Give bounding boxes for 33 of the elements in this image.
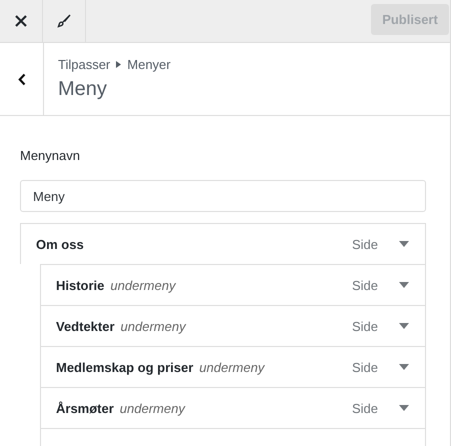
menu-item-title: Historie (56, 278, 104, 292)
menu-item[interactable]: Vedtekter undermeny Side (40, 305, 426, 346)
menu-item-title: Årsmøter (56, 400, 114, 416)
submenu-label: undermeny (199, 360, 264, 374)
breadcrumb-item: Menyer (127, 57, 171, 72)
dropdown-arrow-icon[interactable] (399, 364, 409, 370)
menu-item-title: Medlemskap og priser (56, 360, 194, 374)
dropdown-arrow-icon[interactable] (399, 323, 409, 329)
menu-item[interactable]: Årsmøter undermeny Side (40, 387, 426, 428)
menu-item-type: Side (352, 278, 378, 292)
menu-item-type: Side (352, 318, 378, 334)
menu-item-type: Side (352, 400, 378, 416)
close-icon (15, 15, 27, 27)
dropdown-arrow-icon[interactable] (399, 405, 409, 411)
brush-icon (57, 14, 71, 28)
panel-title: Meny (58, 78, 108, 101)
breadcrumb-item: Tilpasser (58, 57, 110, 72)
dropdown-arrow-icon[interactable] (399, 241, 409, 247)
dropdown-arrow-icon[interactable] (399, 282, 409, 288)
submenu-label: undermeny (120, 318, 186, 334)
submenu-label: undermeny (120, 400, 185, 416)
field-label: Menynavn (20, 148, 81, 163)
menu-name-field[interactable]: Meny (20, 180, 426, 212)
menu-item-type: Side (352, 360, 378, 374)
menu-item-title: Om oss (36, 236, 84, 252)
submenu-label: undermeny (110, 278, 176, 292)
back-icon (18, 72, 26, 86)
menu-item-title: Vedtekter (56, 318, 115, 334)
menu-item[interactable]: Om oss Side (20, 223, 426, 264)
menu-item-type: Side (352, 236, 378, 252)
breadcrumb-arrow-icon (116, 61, 122, 68)
menu-item[interactable]: Medlemskap og priser undermeny Side (40, 346, 426, 387)
menu-item[interactable]: Historie undermeny Side (40, 264, 426, 305)
